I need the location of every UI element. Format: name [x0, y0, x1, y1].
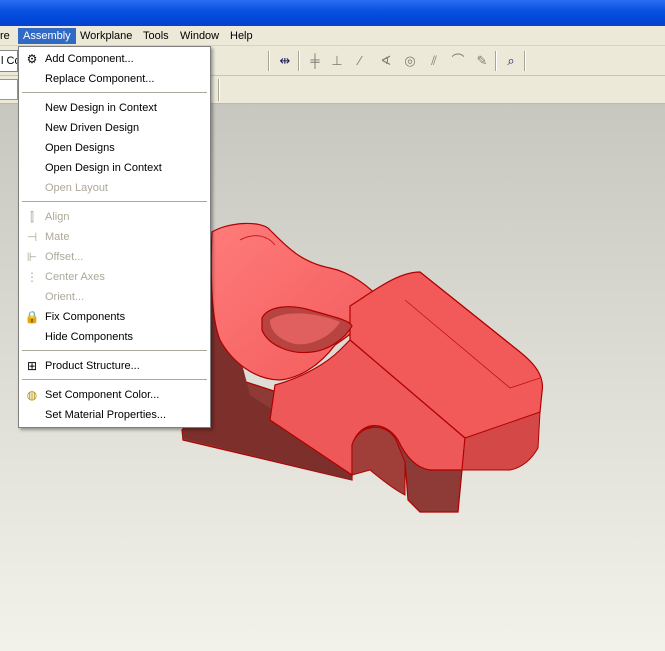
menu-item-orient[interactable]: Orient... — [20, 287, 209, 307]
menu-separator — [22, 350, 207, 352]
menu-item-offset[interactable]: ⊩ Offset... — [20, 247, 209, 267]
menu-item-label: Center Axes — [45, 271, 105, 283]
menu-item-replace-component[interactable]: Replace Component... — [20, 69, 209, 89]
center-axes-icon: ⋮ — [26, 270, 38, 284]
assembly-menu-dropdown: ⚙ Add Component... Replace Component... … — [18, 46, 211, 428]
menu-separator — [22, 379, 207, 381]
menu-item-add-component[interactable]: ⚙ Add Component... — [20, 49, 209, 69]
perpendicular-icon[interactable]: ⊥ — [328, 52, 346, 70]
menu-item-open-layout[interactable]: Open Layout — [20, 178, 209, 198]
toolbar-input-field[interactable] — [0, 79, 18, 100]
menu-item-label: Fix Components — [45, 311, 126, 323]
mate-icon: ⊣ — [26, 230, 38, 244]
menu-item-label: Align — [45, 211, 70, 223]
menu-item-hide-components[interactable]: Hide Components — [20, 327, 209, 347]
dimension-icon[interactable]: ⇹ — [276, 52, 294, 70]
menu-window[interactable]: Window — [175, 28, 224, 44]
menu-item-mate[interactable]: ⊣ Mate — [20, 227, 209, 247]
menu-separator — [22, 201, 207, 203]
offset-icon: ⊩ — [26, 250, 38, 264]
parallel-icon[interactable]: ⫽ — [425, 52, 443, 70]
menu-feature[interactable]: re — [0, 28, 15, 44]
menu-item-set-component-color[interactable]: ◍ Set Component Color... — [20, 385, 209, 405]
menu-item-center-axes[interactable]: ⋮ Center Axes — [20, 267, 209, 287]
menu-help[interactable]: Help — [225, 28, 258, 44]
menu-item-open-designs[interactable]: Open Designs — [20, 138, 209, 158]
menu-item-label: Product Structure... — [45, 360, 140, 372]
menu-item-label: Offset... — [45, 251, 84, 263]
menu-item-label: Orient... — [45, 291, 85, 303]
menu-item-align[interactable]: ⫿ Align — [20, 207, 209, 227]
menu-item-label: Set Material Properties... — [45, 409, 167, 421]
tree-structure-icon: ⊞ — [26, 359, 38, 373]
menu-item-label: Open Designs — [45, 142, 115, 154]
menu-item-label: Replace Component... — [45, 73, 155, 85]
menu-item-label: Open Design in Context — [45, 162, 162, 174]
toolbar-separator — [298, 51, 300, 71]
menu-item-label: Mate — [45, 231, 70, 243]
title-bar — [0, 0, 665, 26]
menu-bar: re Assembly Workplane Tools Window Help — [0, 26, 665, 46]
toolbar-separator — [218, 79, 220, 101]
menu-item-open-design-in-context[interactable]: Open Design in Context — [20, 158, 209, 178]
fix-icon[interactable]: ✎ — [473, 52, 491, 70]
lock-key-icon: 🔒 — [24, 310, 40, 324]
toolbar-separator — [495, 51, 497, 71]
toolbar-separator — [524, 51, 526, 71]
tangent-icon[interactable]: ⌒ — [449, 52, 467, 70]
add-component-icon: ⚙ — [26, 52, 38, 66]
menu-item-label: Add Component... — [45, 53, 134, 65]
toolbar-separator — [268, 51, 270, 71]
menu-item-label: New Driven Design — [45, 122, 140, 134]
menu-item-label: Hide Components — [45, 331, 134, 343]
align-icon: ⫿ — [30, 210, 34, 224]
menu-separator — [22, 92, 207, 94]
menu-item-label: New Design in Context — [45, 102, 157, 114]
menu-item-label: Set Component Color... — [45, 389, 160, 401]
menu-item-new-driven-design[interactable]: New Driven Design — [20, 118, 209, 138]
menu-item-new-design-in-context[interactable]: New Design in Context — [20, 98, 209, 118]
menu-assembly[interactable]: Assembly — [18, 28, 76, 44]
zoom-icon[interactable]: ⌕ — [502, 52, 520, 70]
menu-item-fix-components[interactable]: 🔒 Fix Components — [20, 307, 209, 327]
menu-workplane[interactable]: Workplane — [75, 28, 137, 44]
concentric-icon[interactable]: ◎ — [401, 52, 419, 70]
menu-item-label: Open Layout — [45, 182, 108, 194]
color-palette-icon: ◍ — [26, 388, 38, 402]
menu-item-set-material-properties[interactable]: Set Material Properties... — [20, 405, 209, 425]
coincident-icon[interactable]: ╪ — [306, 52, 324, 70]
menu-item-product-structure[interactable]: ⊞ Product Structure... — [20, 356, 209, 376]
toolbar-left-field[interactable]: l Co — [0, 50, 18, 72]
angle-icon[interactable]: ∢ — [377, 52, 395, 70]
menu-tools[interactable]: Tools — [138, 28, 174, 44]
line-icon[interactable]: ⁄ — [351, 52, 369, 70]
